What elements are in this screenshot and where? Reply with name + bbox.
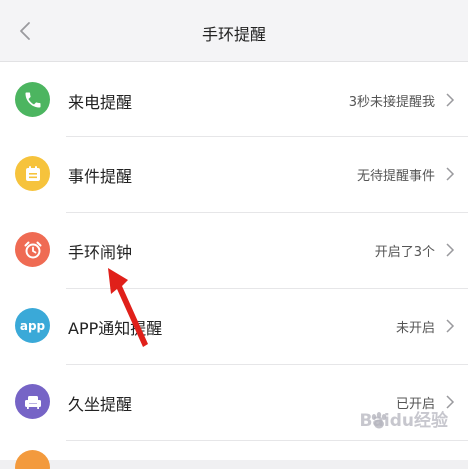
sofa-icon xyxy=(15,384,50,419)
calendar-icon xyxy=(15,156,50,191)
app-icon: app xyxy=(15,308,50,343)
row-value: 3秒未接提醒我 xyxy=(348,95,435,110)
row-value: 开启了3个 xyxy=(374,245,435,260)
app-icon-text: app xyxy=(19,318,46,333)
row-label: 手环闹钟 xyxy=(68,243,133,262)
reminder-list: 来电提醒 3秒未接提醒我 事件提醒 无待提醒事件 手环闹钟 开启了3个 app … xyxy=(0,62,468,469)
chevron-right-icon xyxy=(446,243,455,257)
row-label: 事件提醒 xyxy=(68,167,133,186)
row-app-notification[interactable]: app APP通知提醒 未开启 xyxy=(0,288,468,364)
annotation-arrow xyxy=(108,268,148,347)
phone-icon xyxy=(15,82,50,117)
row-partial[interactable] xyxy=(0,440,468,469)
row-event-reminder[interactable]: 事件提醒 无待提醒事件 xyxy=(0,136,468,212)
row-value: 无待提醒事件 xyxy=(356,169,435,184)
chevron-right-icon xyxy=(446,319,455,333)
row-label: 久坐提醒 xyxy=(68,395,133,414)
row-value: 未开启 xyxy=(395,321,435,336)
row-band-alarm[interactable]: 手环闹钟 开启了3个 xyxy=(0,212,468,288)
alarm-clock-icon xyxy=(15,232,50,267)
partial-row-icon xyxy=(15,450,50,469)
watermark-text: Baidu经验 xyxy=(359,411,448,431)
row-label: 来电提醒 xyxy=(68,93,133,112)
chevron-right-icon xyxy=(446,167,455,181)
top-bar: 手环提醒 xyxy=(0,0,468,62)
row-call-reminder[interactable]: 来电提醒 3秒未接提醒我 xyxy=(0,62,468,136)
page-title: 手环提醒 xyxy=(201,25,266,44)
chevron-right-icon xyxy=(446,93,455,107)
